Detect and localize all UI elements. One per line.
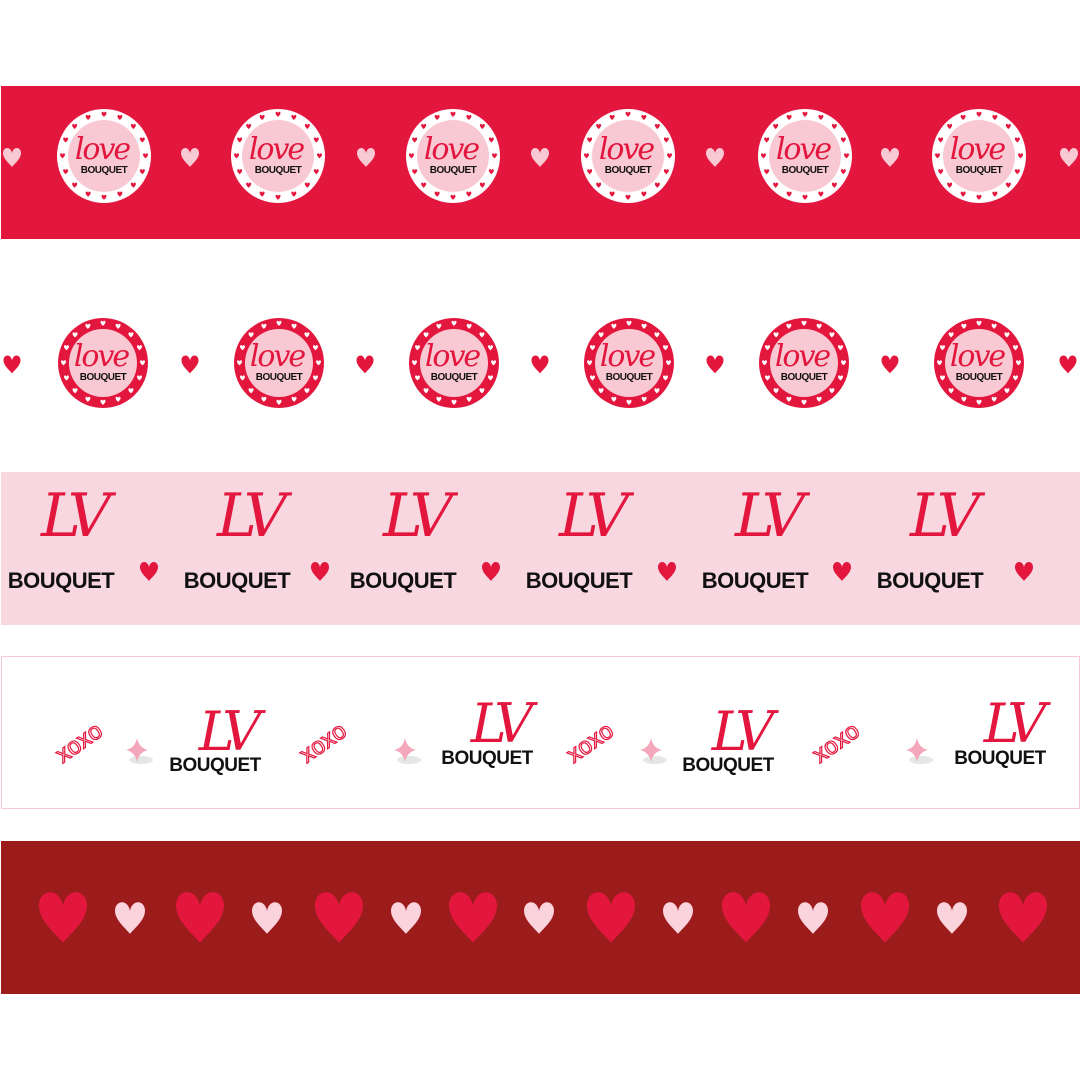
love-script-text: love — [600, 339, 656, 374]
ribbon-3-art: LVBOUQUETLVBOUQUETLVBOUQUETLVBOUQUETLVBO… — [1, 472, 1080, 625]
ribbon-5-art — [1, 841, 1080, 994]
love-script-text: love — [950, 132, 1006, 167]
bouquet-text: BOUQUET — [956, 165, 1003, 176]
ribbon-love-badges-red: love BOUQUET love BOUQUET love BOUQUET love BOU… — [1, 86, 1080, 239]
love-script-text: love — [775, 339, 831, 374]
bouquet-text: BOUQUET — [8, 568, 116, 593]
love-bouquet-badge: loveBOUQUET — [57, 109, 151, 203]
love-bouquet-badge: loveBOUQUET — [581, 109, 675, 203]
bouquet-text: BOUQUET — [781, 372, 828, 383]
love-script-text: love — [599, 132, 655, 167]
bouquet-text: BOUQUET — [956, 372, 1003, 383]
bouquet-text: BOUQUET — [169, 755, 261, 776]
bouquet-text: BOUQUET — [702, 568, 810, 593]
bouquet-text: BOUQUET — [184, 568, 292, 593]
bouquet-text: BOUQUET — [605, 165, 652, 176]
love-bouquet-badge: loveBOUQUET — [934, 318, 1024, 408]
bouquet-text: BOUQUET — [81, 165, 128, 176]
love-script-text: love — [75, 132, 131, 167]
love-script-text: love — [950, 339, 1006, 374]
love-script-text: love — [249, 132, 305, 167]
love-script-text: love — [776, 132, 832, 167]
love-bouquet-badge: loveBOUQUET — [234, 318, 324, 408]
ribbon-4-art: xoxo xoxo xoxo xoxoLVBOUQUETLVBOUQUET LVBOUQ… — [1, 656, 1080, 809]
love-bouquet-badge: loveBOUQUET — [758, 109, 852, 203]
love-bouquet-badge: loveBOUQUET — [584, 318, 674, 408]
ribbon-love-badges-white: love BOUQUET love BOUQUET love BOUQUET love BOU… — [1, 295, 1080, 448]
love-bouquet-badge: loveBOUQUET — [409, 318, 499, 408]
ribbon-background — [1, 656, 1080, 809]
bouquet-text: BOUQUET — [954, 748, 1046, 769]
bouquet-text: BOUQUET — [441, 748, 533, 769]
bouquet-text: BOUQUET — [431, 372, 478, 383]
bouquet-text: BOUQUET — [255, 165, 302, 176]
bouquet-text: BOUQUET — [606, 372, 653, 383]
bouquet-text: BOUQUET — [350, 568, 458, 593]
ribbon-lv-pink: LV BOUQUET LV BOUQUET LV BOUQUET LV BOUQUET LV BO… — [1, 472, 1080, 625]
bouquet-text: BOUQUET — [782, 165, 829, 176]
love-script-text: love — [74, 339, 130, 374]
bouquet-text: BOUQUET — [430, 165, 477, 176]
love-bouquet-badge: loveBOUQUET — [759, 318, 849, 408]
sparkle-shadow — [129, 756, 153, 764]
ribbon-2-art: loveBOUQUETloveBOUQUETloveBOUQUETloveBOU… — [1, 295, 1080, 448]
love-script-text: love — [250, 339, 306, 374]
ribbon-xoxo-white: xoxo xoxo xoxo xoxo LV BOUQUET LV BOUQUET LV BOUQ… — [1, 656, 1080, 809]
love-bouquet-badge: loveBOUQUET — [231, 109, 325, 203]
bouquet-text: BOUQUET — [877, 568, 985, 593]
sparkle-shadow — [643, 756, 667, 764]
bouquet-text: BOUQUET — [526, 568, 634, 593]
sparkle-shadow — [397, 756, 421, 764]
ribbon-1-art: loveBOUQUETloveBOUQUETloveBOUQUETloveBOU… — [1, 86, 1080, 239]
love-script-text: love — [424, 132, 480, 167]
love-bouquet-badge: loveBOUQUET — [406, 109, 500, 203]
bouquet-text: BOUQUET — [682, 755, 774, 776]
love-bouquet-badge: loveBOUQUET — [932, 109, 1026, 203]
sparkle-shadow — [909, 756, 933, 764]
ribbon-hearts-maroon — [1, 841, 1080, 994]
love-script-text: love — [425, 339, 481, 374]
bouquet-text: BOUQUET — [80, 372, 127, 383]
love-bouquet-badge: loveBOUQUET — [58, 318, 148, 408]
bouquet-text: BOUQUET — [256, 372, 303, 383]
